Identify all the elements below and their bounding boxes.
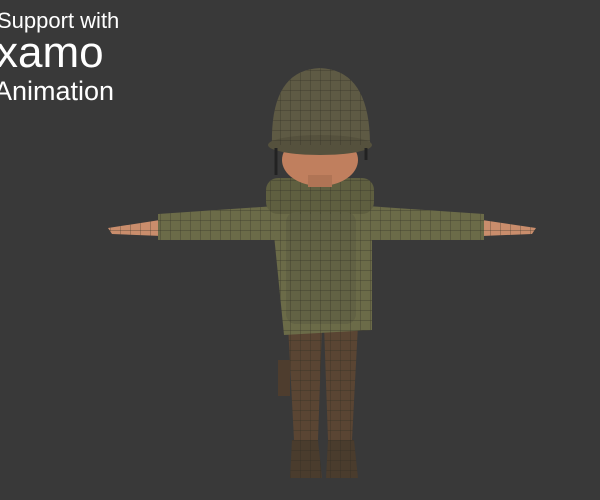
left-hand xyxy=(108,220,162,236)
soldier-model-render xyxy=(108,68,536,478)
legs xyxy=(278,325,358,478)
right-hand xyxy=(482,220,536,236)
